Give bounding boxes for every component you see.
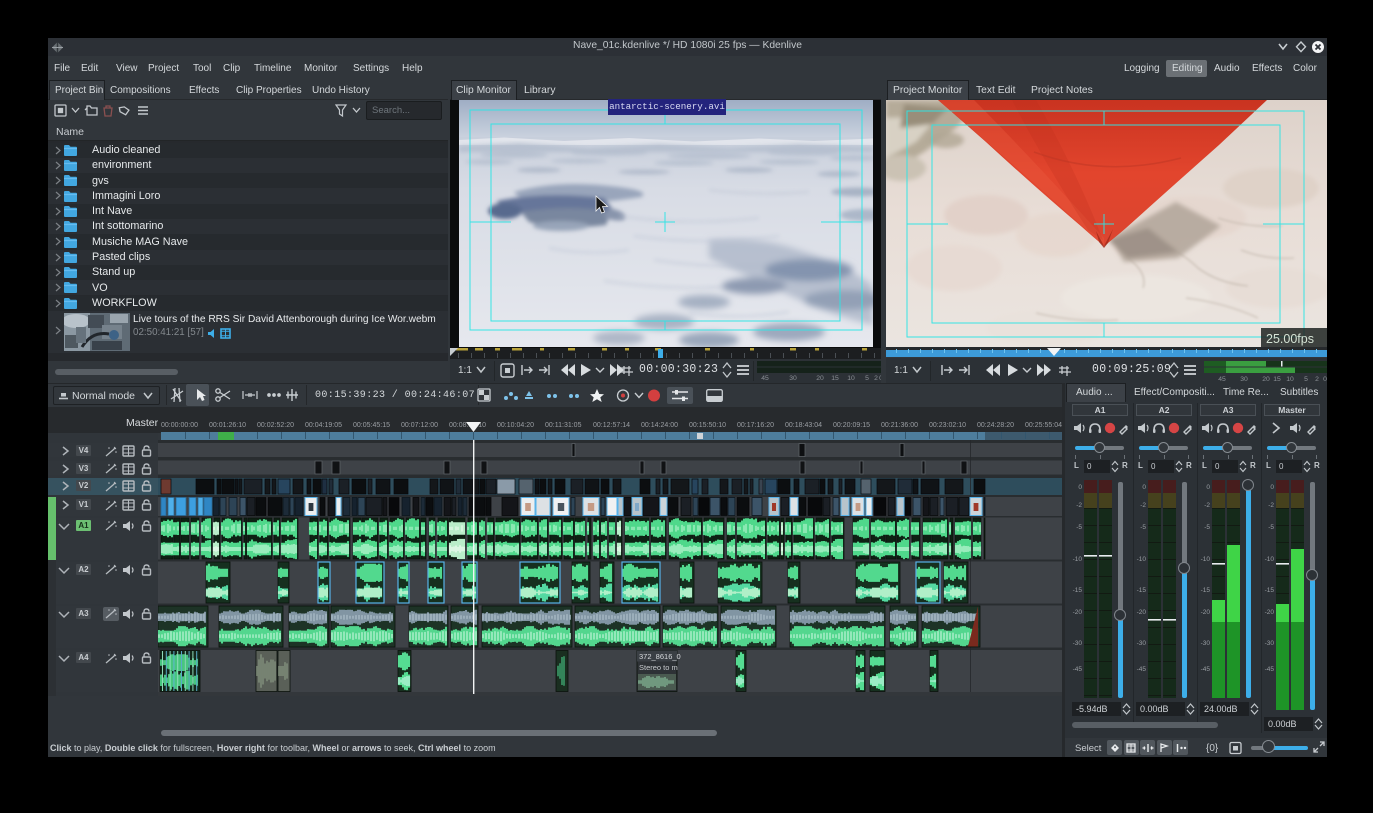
svg-text:2: 2 (874, 375, 878, 382)
svg-text:5: 5 (1304, 376, 1308, 383)
svg-text:15: 15 (831, 375, 839, 382)
svg-text:5: 5 (865, 375, 869, 382)
svg-text:20: 20 (1262, 376, 1270, 383)
svg-text:30: 30 (789, 375, 797, 382)
svg-text:20: 20 (816, 375, 824, 382)
svg-text:Stereo to m: Stereo to m (639, 663, 678, 672)
svg-text:0: 0 (1323, 376, 1327, 383)
svg-text:30: 30 (1240, 376, 1248, 383)
svg-text:45: 45 (761, 375, 769, 382)
svg-text:15: 15 (1273, 376, 1281, 383)
svg-text:0: 0 (879, 375, 881, 382)
svg-text:2: 2 (1315, 376, 1319, 383)
svg-text:45: 45 (1218, 376, 1226, 383)
svg-text:25.00fps: 25.00fps (1266, 332, 1314, 346)
svg-text:372_8616_0: 372_8616_0 (639, 652, 681, 661)
svg-text:10: 10 (847, 375, 855, 382)
svg-text:10: 10 (1286, 376, 1294, 383)
svg-text:{0}: {0} (1206, 743, 1219, 754)
